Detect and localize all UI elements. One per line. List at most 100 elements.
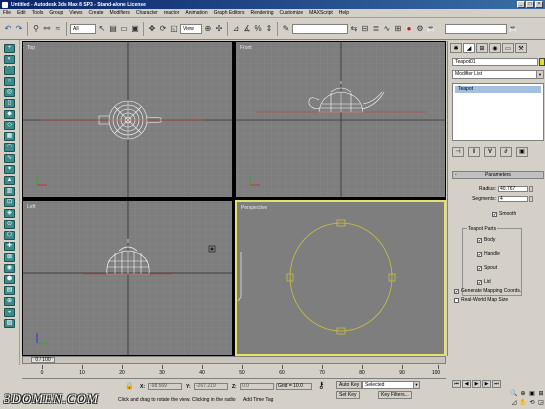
radius-field[interactable]: 40.767	[498, 186, 528, 192]
hierarchy-tab-icon[interactable]: ⊞	[476, 43, 488, 53]
smooth-checkbox[interactable]: ✔ Smooth	[492, 211, 516, 217]
scale-icon[interactable]: ◱	[169, 22, 179, 36]
render-icon[interactable]: ☕	[508, 22, 518, 36]
add-time-tag[interactable]: Add Time Tag	[243, 397, 273, 403]
menu-tools[interactable]: Tools	[32, 10, 44, 16]
tool-icon[interactable]: ◎	[4, 88, 15, 97]
rotate-icon[interactable]: ⟳	[158, 22, 168, 36]
tool-icon[interactable]: ⊡	[4, 198, 15, 207]
generate-mapping-checkbox[interactable]: ✔ Generate Mapping Coords.	[454, 288, 521, 294]
percent-snap-icon[interactable]: %	[253, 22, 263, 36]
remove-modifier-icon[interactable]: ∂	[500, 147, 512, 157]
motion-tab-icon[interactable]: ◉	[489, 43, 501, 53]
link-icon[interactable]: ⚲	[31, 22, 41, 36]
viewport-label-perspective[interactable]: Perspective	[241, 205, 267, 211]
go-to-start-icon[interactable]: ⏮	[452, 380, 461, 388]
fov-icon[interactable]: ◿	[510, 399, 518, 407]
tool-icon[interactable]: ⊠	[4, 253, 15, 262]
tool-icon[interactable]: +	[4, 44, 15, 53]
select-by-name-icon[interactable]: ▤	[108, 22, 118, 36]
key-mode-dropdown[interactable]: Selected ▼	[362, 381, 420, 389]
tool-icon[interactable]: ⬡	[4, 231, 15, 240]
material-editor-icon[interactable]: ●	[404, 22, 414, 36]
time-slider-thumb[interactable]: 0 / 100	[31, 357, 55, 363]
named-selection-sets[interactable]	[292, 23, 348, 34]
tool-icon[interactable]: ▤	[4, 286, 15, 295]
menu-graph-editors[interactable]: Graph Editors	[214, 10, 245, 16]
pan-icon[interactable]: ✋	[519, 399, 527, 407]
tool-icon[interactable]: ◇	[4, 121, 15, 130]
tool-icon[interactable]: ✚	[4, 242, 15, 251]
viewport-label-front[interactable]: Front	[240, 45, 252, 51]
render-setup-icon[interactable]: ⚙	[415, 22, 425, 36]
menu-animation[interactable]: Animation	[185, 10, 207, 16]
menu-maxscript[interactable]: MAXScript	[309, 10, 333, 16]
modify-tab-icon[interactable]: ◢	[463, 43, 475, 53]
select-icon[interactable]: ↖	[97, 22, 107, 36]
play-icon[interactable]: ▶	[472, 380, 481, 388]
tool-icon[interactable]: ∿	[4, 154, 15, 163]
handle-checkbox[interactable]: ✔ Handle	[477, 251, 500, 257]
segments-spinner[interactable]	[529, 196, 533, 202]
arc-rotate-icon[interactable]: ⟲	[528, 399, 536, 407]
snap-icon[interactable]: ⊿	[231, 22, 241, 36]
display-tab-icon[interactable]: ▭	[502, 43, 514, 53]
select-manipulate-icon[interactable]: ✣	[214, 22, 224, 36]
spinner-snap-icon[interactable]: ⇕	[264, 22, 274, 36]
menu-modifiers[interactable]: Modifiers	[110, 10, 130, 16]
rect-region-icon[interactable]: ▭	[119, 22, 129, 36]
viewport-perspective[interactable]: Perspective	[235, 200, 446, 356]
stack-item-teapot[interactable]: Teapot	[455, 86, 541, 93]
zoom-all-icon[interactable]: ⊕	[519, 390, 527, 398]
tool-icon[interactable]: ◐	[4, 55, 15, 64]
zoom-extents-icon[interactable]: ▣	[528, 390, 536, 398]
object-name-field[interactable]: Teapot01	[452, 58, 538, 66]
real-world-map-checkbox[interactable]: Real-World Map Size	[454, 297, 508, 303]
utilities-tab-icon[interactable]: ⚒	[515, 43, 527, 53]
menu-views[interactable]: Views	[69, 10, 82, 16]
unlink-icon[interactable]: ⚯	[42, 22, 52, 36]
menu-create[interactable]: Create	[89, 10, 104, 16]
close-button[interactable]: ×	[535, 1, 543, 8]
viewport-front[interactable]: Front	[235, 41, 446, 198]
lid-checkbox[interactable]: ✔ Lid	[477, 279, 491, 285]
previous-frame-icon[interactable]: ◀	[462, 380, 471, 388]
undo-icon[interactable]: ↶	[3, 22, 13, 36]
tool-icon[interactable]: ⌒	[4, 66, 15, 75]
key-icon[interactable]: ⚷	[318, 380, 325, 391]
tool-icon[interactable]: ◈	[4, 209, 15, 218]
tool-icon[interactable]: ▨	[4, 319, 15, 328]
viewport-label-left[interactable]: Left	[27, 204, 35, 210]
zoom-icon[interactable]: 🔍	[510, 390, 518, 398]
time-slider[interactable]: 0 / 100	[22, 356, 446, 364]
auto-key-button[interactable]: Auto Key	[336, 381, 363, 389]
tool-icon[interactable]: ▥	[4, 187, 15, 196]
menu-help[interactable]: Help	[339, 10, 349, 16]
tool-icon[interactable]: ◉	[4, 264, 15, 273]
tool-icon[interactable]: ▲	[4, 176, 15, 185]
lock-icon[interactable]: 🔒	[125, 382, 134, 390]
tool-icon[interactable]: ○	[4, 77, 15, 86]
tool-icon[interactable]: ◠	[4, 143, 15, 152]
align-icon[interactable]: ⊟	[360, 22, 370, 36]
modifier-list-dropdown[interactable]: Modifier List ▼	[452, 70, 544, 79]
menu-group[interactable]: Group	[49, 10, 63, 16]
set-key-button[interactable]: Set Key	[336, 391, 360, 399]
viewport-top[interactable]: Top	[22, 41, 233, 198]
render-type-dropdown[interactable]	[445, 23, 507, 34]
menu-reactor[interactable]: reactor	[164, 10, 180, 16]
track-bar[interactable]: 0 10 20 30 40 50 60 70 80 90 100	[22, 365, 446, 379]
tool-icon[interactable]: ⊕	[4, 297, 15, 306]
z-coord-field[interactable]: 0.0	[240, 383, 274, 390]
viewport-label-top[interactable]: Top	[27, 45, 35, 51]
tool-icon[interactable]: ▦	[4, 132, 15, 141]
curve-editor-icon[interactable]: ∿	[382, 22, 392, 36]
minimize-button[interactable]: _	[517, 1, 525, 8]
y-coord-field[interactable]: -267.219	[194, 383, 228, 390]
pivot-icon[interactable]: ⊕	[203, 22, 213, 36]
x-coord-field[interactable]: -98.569	[148, 383, 182, 390]
pin-stack-icon[interactable]: ⊣	[452, 147, 464, 157]
spout-checkbox[interactable]: ✔ Spout	[477, 265, 497, 271]
create-tab-icon[interactable]: ✱	[450, 43, 462, 53]
angle-snap-icon[interactable]: ∡	[242, 22, 252, 36]
